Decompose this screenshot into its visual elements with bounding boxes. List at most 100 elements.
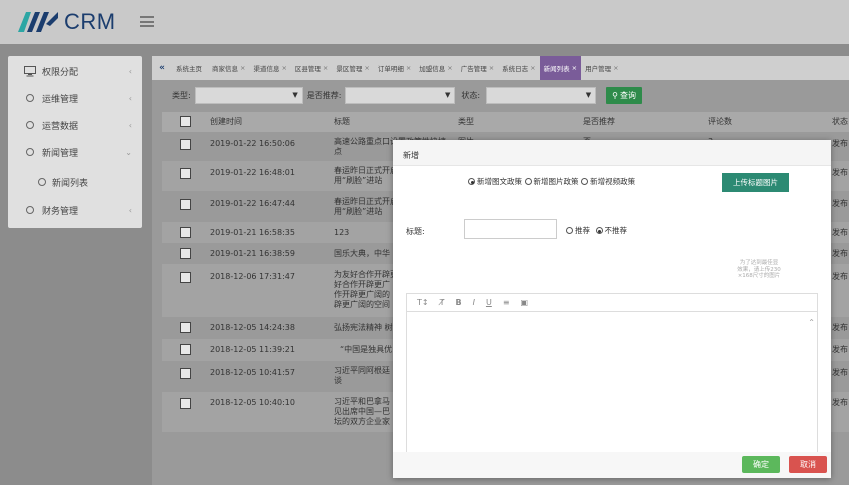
radio-video[interactable]: 新增视频政策 xyxy=(581,176,635,187)
close-icon[interactable]: × xyxy=(406,64,411,72)
top-header: CRM xyxy=(0,0,849,44)
search-button[interactable]: ⚲ 查询 xyxy=(606,86,642,104)
row-checkbox[interactable] xyxy=(180,322,191,333)
sidebar: 权限分配 ‹ 运维管理 ‹ 运营数据 ‹ 新闻管理 ⌄ 新闻列表 财务管理 ‹ xyxy=(8,56,142,228)
sidebar-item-label: 新闻管理 xyxy=(42,148,79,159)
row-checkbox[interactable] xyxy=(180,368,191,379)
italic-icon[interactable]: I xyxy=(473,298,475,307)
upload-cover-button[interactable]: 上传标题图片 xyxy=(722,173,789,192)
row-checkbox[interactable] xyxy=(180,344,191,355)
add-news-dialog: 新增 新增图文政策 新增图片政策 新增视频政策 上传标题图片 标题: 推荐 不推… xyxy=(393,140,831,478)
row-checkbox[interactable] xyxy=(180,272,191,283)
status-select[interactable]: ▼ xyxy=(486,86,597,104)
tab-users[interactable]: 用户管理 × xyxy=(581,56,622,80)
select-all-checkbox[interactable] xyxy=(180,116,191,127)
double-chevron-left-icon[interactable]: « xyxy=(152,63,172,73)
circle-icon xyxy=(24,119,36,131)
column-header[interactable]: 标题 xyxy=(334,117,350,127)
table-header: 创建时间 标题 类型 是否推荐 评论数 状态 xyxy=(162,112,849,132)
column-header[interactable]: 评论数 xyxy=(708,117,732,127)
cancel-button[interactable]: 取消 xyxy=(789,456,827,473)
tab-merchants[interactable]: 商家信息 × xyxy=(208,56,249,80)
menu-toggle-icon[interactable] xyxy=(140,16,154,27)
sidebar-item-ops[interactable]: 运维管理 ‹ xyxy=(8,85,142,111)
radio-not-recommend[interactable]: 不推荐 xyxy=(595,225,627,236)
app-logo[interactable]: CRM xyxy=(18,9,116,35)
row-checkbox[interactable] xyxy=(180,139,191,150)
recommend-select[interactable]: ▼ xyxy=(345,86,456,104)
tab-districts[interactable]: 区县管理 × xyxy=(291,56,332,80)
bold-icon[interactable]: B xyxy=(455,298,461,307)
column-header[interactable]: 是否推荐 xyxy=(583,117,615,127)
radio-image-text[interactable]: 新增图文政策 xyxy=(468,176,522,187)
column-header[interactable]: 创建时间 xyxy=(210,117,242,127)
close-icon[interactable]: × xyxy=(530,64,535,72)
circle-icon xyxy=(24,92,36,104)
tab-franchise[interactable]: 加盟信息 × xyxy=(415,56,456,80)
column-header[interactable]: 状态 xyxy=(832,117,848,127)
sidebar-item-label: 财务管理 xyxy=(42,206,79,217)
row-checkbox[interactable] xyxy=(180,398,191,409)
column-header[interactable]: 类型 xyxy=(458,117,474,127)
upload-hint: 为了达到最佳显 效果，请上传230 ×168尺寸的图片 xyxy=(737,260,781,279)
circle-icon xyxy=(24,204,36,216)
news-type-radio-group: 新增图文政策 新增图片政策 新增视频政策 xyxy=(468,176,635,187)
type-filter-label: 类型: xyxy=(172,90,191,100)
circle-icon xyxy=(38,178,46,186)
chevron-left-icon: ‹ xyxy=(128,120,132,130)
sidebar-item-permissions[interactable]: 权限分配 ‹ xyxy=(8,58,142,84)
close-icon[interactable]: × xyxy=(240,64,245,72)
status-filter-label: 状态: xyxy=(461,90,481,100)
confirm-button[interactable]: 确定 xyxy=(742,456,780,473)
sidebar-item-news[interactable]: 新闻管理 ⌄ xyxy=(8,139,142,165)
align-icon[interactable]: ≡ xyxy=(503,298,510,307)
font-size-icon[interactable]: T↕ xyxy=(417,298,429,307)
radio-checked-icon xyxy=(595,227,603,234)
sidebar-item-data[interactable]: 运营数据 ‹ xyxy=(8,112,142,138)
recommend-filter-label: 是否推荐: xyxy=(306,90,342,100)
sidebar-item-label: 运营数据 xyxy=(42,121,79,132)
tab-scenic[interactable]: 景区管理 × xyxy=(332,56,373,80)
search-icon: ⚲ xyxy=(612,90,618,100)
rich-text-editor[interactable]: T↕ T̸ B I U ≡ ▣ ⌃ xyxy=(406,293,818,463)
close-icon[interactable]: × xyxy=(323,64,328,72)
radio-unchecked-icon xyxy=(566,227,573,234)
chevron-left-icon: ‹ xyxy=(128,205,132,215)
type-select[interactable]: ▼ xyxy=(194,86,303,104)
scroll-up-icon[interactable]: ⌃ xyxy=(808,318,815,327)
close-icon[interactable]: × xyxy=(447,64,452,72)
row-checkbox[interactable] xyxy=(180,227,191,238)
monitor-icon xyxy=(24,65,36,77)
close-icon[interactable]: × xyxy=(364,64,369,72)
tab-logs[interactable]: 系统日志 × xyxy=(498,56,539,80)
radio-unchecked-icon xyxy=(524,178,532,185)
caret-down-icon: ▼ xyxy=(585,90,592,99)
radio-image[interactable]: 新增图片政策 xyxy=(524,176,579,187)
row-checkbox[interactable] xyxy=(180,248,191,259)
tab-channels[interactable]: 渠道信息 × xyxy=(249,56,290,80)
close-icon[interactable]: × xyxy=(572,64,577,72)
logo-icon xyxy=(18,12,58,32)
clear-format-icon[interactable]: T̸ xyxy=(440,298,445,307)
tab-home[interactable]: 系统主页 xyxy=(172,56,208,80)
sidebar-item-finance[interactable]: 财务管理 ‹ xyxy=(8,197,142,223)
close-icon[interactable]: × xyxy=(281,64,286,72)
sidebar-subitem-news-list[interactable]: 新闻列表 xyxy=(38,171,138,193)
close-icon[interactable]: × xyxy=(613,64,618,72)
row-checkbox[interactable] xyxy=(180,199,191,210)
close-icon[interactable]: × xyxy=(489,64,494,72)
underline-icon[interactable]: U xyxy=(486,298,492,307)
title-input[interactable] xyxy=(464,219,557,239)
dialog-footer: 确定 取消 xyxy=(393,452,831,478)
tab-orders[interactable]: 订单明细 × xyxy=(374,56,415,80)
tab-bar: « 系统主页 商家信息 × 渠道信息 × 区县管理 × 景区管理 × 订单明细 × 加盟信… xyxy=(152,56,849,80)
tab-news-list[interactable]: 新闻列表 × xyxy=(539,56,582,80)
radio-recommend[interactable]: 推荐 xyxy=(566,225,590,236)
chevron-left-icon: ‹ xyxy=(128,66,132,76)
radio-unchecked-icon xyxy=(581,178,589,185)
recommend-radio-group: 推荐 不推荐 xyxy=(566,225,627,236)
tab-ads[interactable]: 广告管理 × xyxy=(457,56,498,80)
circle-icon xyxy=(24,146,36,158)
image-icon[interactable]: ▣ xyxy=(521,298,529,307)
row-checkbox[interactable] xyxy=(180,168,191,179)
